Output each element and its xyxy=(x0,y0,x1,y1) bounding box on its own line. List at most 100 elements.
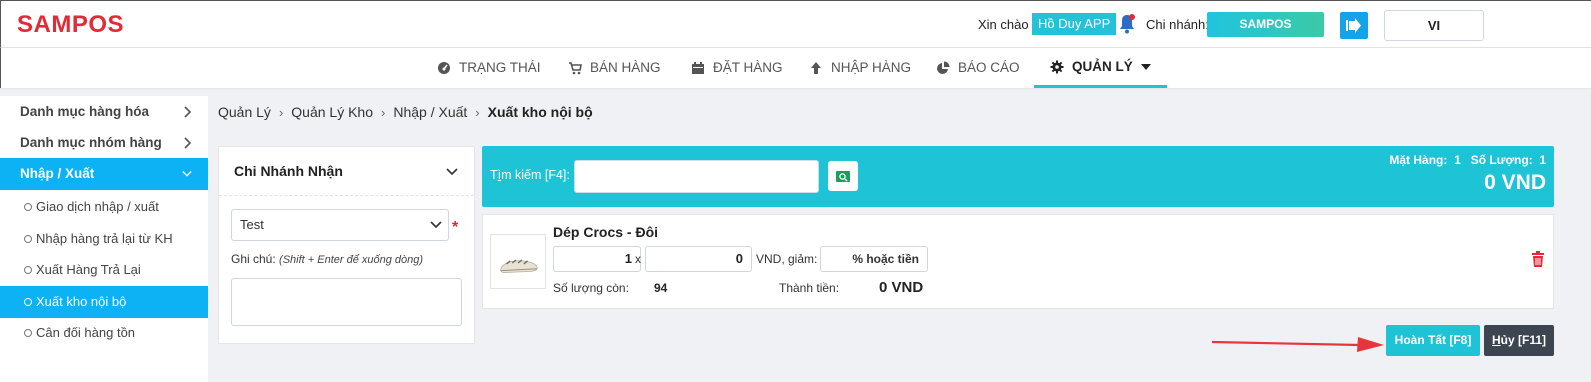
sidebar-item-label: Xuất kho nội bộ xyxy=(36,294,127,309)
sidebar-item-nhap-tra-lai[interactable]: Nhập hàng trả lại từ KH xyxy=(0,223,208,255)
chevron-right-icon xyxy=(184,106,192,118)
sidebar-item-xuat-kho-noi-bo[interactable]: Xuất kho nội bộ xyxy=(0,286,208,318)
gear-icon xyxy=(1050,60,1064,73)
multiply-label: x xyxy=(635,252,641,266)
arrow-up-icon xyxy=(811,62,821,74)
product-name: Dép Crocs - Đôi xyxy=(553,224,659,240)
search-input[interactable] xyxy=(574,160,819,193)
search-button[interactable] xyxy=(828,161,858,191)
trash-icon[interactable] xyxy=(1531,251,1545,267)
nav-trang-thai[interactable]: TRẠNG THÁI xyxy=(437,48,541,88)
receiving-branch-select[interactable]: Test xyxy=(231,209,449,241)
product-image xyxy=(490,234,546,289)
nav-quan-ly[interactable]: QUẢN LÝ xyxy=(1034,48,1167,88)
branch-label: Chi nhánh: xyxy=(1146,17,1209,32)
stock-value: 94 xyxy=(654,281,668,295)
dashboard-icon xyxy=(438,62,450,74)
nav-label: BÁO CÁO xyxy=(958,60,1020,75)
nav-label: ĐẶT HÀNG xyxy=(713,60,783,75)
chevron-down-icon xyxy=(182,171,192,177)
nav-label: BÁN HÀNG xyxy=(590,60,661,75)
complete-button[interactable]: Hoàn Tất [F8] xyxy=(1386,325,1480,356)
nav-label: TRẠNG THÁI xyxy=(459,60,541,75)
sidebar-item-giao-dich[interactable]: Giao dịch nhập / xuất xyxy=(0,191,208,223)
note-label-text: Ghi chú: xyxy=(231,252,276,266)
nav-nhap-hang[interactable]: NHẬP HÀNG xyxy=(809,48,911,88)
branch-panel-title: Chi Nhánh Nhận xyxy=(234,163,343,179)
search-label-suffix: m kiếm [F4]: xyxy=(501,168,570,182)
qty-label: Số Lượng: xyxy=(1470,153,1533,167)
cart-icon xyxy=(569,62,582,75)
sidebar-group-nhap-xuat[interactable]: Nhập / Xuất xyxy=(0,158,208,190)
items-count: 1 xyxy=(1454,153,1461,167)
breadcrumb-item[interactable]: Quản Lý xyxy=(218,104,271,120)
chevron-right-icon xyxy=(184,137,192,149)
chevron-down-icon[interactable] xyxy=(446,167,458,177)
logout-button[interactable] xyxy=(1340,12,1368,39)
note-textarea[interactable] xyxy=(231,278,462,326)
caret-down-icon xyxy=(1140,63,1151,70)
amount-label: Thành tiền: xyxy=(779,281,840,295)
sidebar-group-danh-muc-nhom-hang[interactable]: Danh mục nhóm hàng xyxy=(0,127,208,159)
search-bar: Tìm kiếm [F4]: Mặt Hàng: 1 Số Lượng: 1 0… xyxy=(482,146,1554,207)
discount-input[interactable]: % hoặc tiền xyxy=(820,246,928,272)
qty-count: 1 xyxy=(1539,153,1546,167)
circle-icon xyxy=(24,329,32,337)
search-icon xyxy=(836,171,850,182)
items-label: Mặt Hàng: xyxy=(1389,153,1448,167)
chevron-right-icon: › xyxy=(381,104,386,120)
sidebar-group-danh-muc-hang-hoa[interactable]: Danh mục hàng hóa xyxy=(0,96,208,128)
breadcrumb-item[interactable]: Quản Lý Kho xyxy=(291,104,373,120)
note-hint: (Shift + Enter để xuống dòng) xyxy=(279,254,424,266)
sidebar-group-label: Danh mục nhóm hàng xyxy=(20,135,162,150)
note-label: Ghi chú: (Shift + Enter để xuống dòng) xyxy=(231,252,423,266)
order-total: 0 VND xyxy=(1484,171,1546,194)
branch-selector[interactable]: SAMPOS xyxy=(1207,12,1324,37)
sidebar-item-label: Giao dịch nhập / xuất xyxy=(36,199,159,214)
calendar-icon xyxy=(692,62,704,74)
sidebar: Danh mục hàng hóa Danh mục nhóm hàng Nhậ… xyxy=(0,96,208,382)
breadcrumb-current: Xuất kho nội bộ xyxy=(487,104,593,120)
cancel-hotkey: H xyxy=(1491,333,1501,347)
amount-value: 0 VND xyxy=(879,279,924,296)
sidebar-group-label: Danh mục hàng hóa xyxy=(20,104,150,119)
circle-icon xyxy=(24,235,32,243)
select-value: Test xyxy=(240,217,264,232)
quantity-input[interactable]: 1 xyxy=(553,246,641,272)
sidebar-item-can-doi[interactable]: Cân đối hàng tồn xyxy=(0,317,208,349)
product-row: Dép Crocs - Đôi 1 x 0 VND, giảm: % hoặc … xyxy=(482,214,1554,309)
bell-icon[interactable] xyxy=(1118,13,1136,35)
cancel-button[interactable]: Hủy [F11] xyxy=(1484,325,1554,356)
circle-icon xyxy=(24,203,32,211)
chevron-down-icon xyxy=(430,221,442,229)
vnd-discount-label: VND, giảm: xyxy=(756,252,818,266)
circle-icon xyxy=(24,298,32,306)
chevron-right-icon: › xyxy=(475,104,480,120)
top-header: SAMPOS Xin chào Hồ Duy APP Chi nhánh: SA… xyxy=(0,0,1591,48)
user-badge[interactable]: Hồ Duy APP xyxy=(1032,13,1117,35)
greeting-text: Xin chào xyxy=(978,17,1029,32)
sidebar-item-label: Nhập hàng trả lại từ KH xyxy=(36,231,173,246)
price-input[interactable]: 0 xyxy=(645,246,752,272)
breadcrumb-item[interactable]: Nhập / Xuất xyxy=(393,104,467,120)
nav-dat-hang[interactable]: ĐẶT HÀNG xyxy=(691,48,783,88)
sidebar-item-label: Xuất Hàng Trả Lại xyxy=(36,262,141,277)
sandal-image xyxy=(500,259,538,273)
app-logo[interactable]: SAMPOS xyxy=(17,11,124,39)
stock-label: Số lượng còn: xyxy=(553,281,629,295)
sidebar-item-xuat-tra-lai[interactable]: Xuất Hàng Trả Lại xyxy=(0,254,208,286)
sign-out-icon xyxy=(1346,18,1361,33)
nav-bao-cao[interactable]: BÁO CÁO xyxy=(936,48,1020,88)
divider xyxy=(219,195,474,196)
main-nav: TRẠNG THÁI BÁN HÀNG ĐẶT HÀNG NHẬP HÀNG B… xyxy=(0,48,1591,88)
pie-chart-icon xyxy=(937,61,950,74)
language-button[interactable]: VI xyxy=(1384,10,1484,41)
chevron-right-icon: › xyxy=(278,104,284,120)
nav-label: QUẢN LÝ xyxy=(1072,58,1133,74)
sidebar-group-label: Nhập / Xuất xyxy=(20,166,95,181)
circle-icon xyxy=(24,266,32,274)
order-summary: Mặt Hàng: 1 Số Lượng: 1 xyxy=(1389,153,1546,167)
required-asterisk: * xyxy=(452,219,459,236)
nav-ban-hang[interactable]: BÁN HÀNG xyxy=(568,48,661,88)
search-label: Tìm kiếm [F4]: xyxy=(490,168,570,182)
